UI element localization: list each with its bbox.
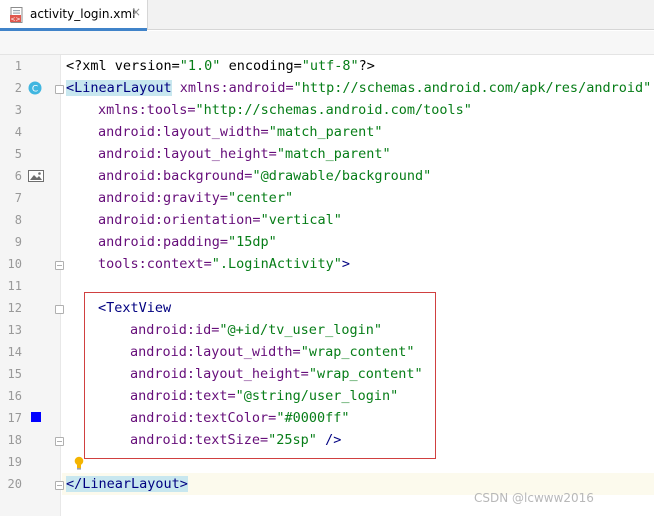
editor-tab-bar: <> activity_login.xml × (0, 0, 654, 31)
line-number: 3 (14, 103, 22, 117)
code-line-9: android:padding="15dp" (98, 231, 277, 253)
attr-value: "match_parent" (276, 146, 391, 162)
watermark: CSDN @lcwww2016 (474, 491, 594, 505)
line-number-gutter: 1 2 3 4 5 6 7 8 9 10 11 12 13 14 15 16 1… (0, 55, 64, 516)
punctuation: ?> (358, 58, 375, 74)
attr-value: "center" (228, 190, 294, 206)
attr-value: "utf-8" (301, 58, 359, 74)
attr-name: android:orientation= (98, 212, 261, 228)
svg-text:C: C (32, 85, 38, 95)
line-number: 16 (7, 389, 22, 403)
attr-name: encoding= (220, 58, 302, 74)
line-number: 14 (7, 345, 22, 359)
line-number: 5 (14, 147, 22, 161)
code-line-8: android:orientation="vertical" (98, 209, 342, 231)
line-number: 15 (7, 367, 22, 381)
attr-value: "http://schemas.android.com/apk/res/andr… (293, 80, 652, 96)
line-number: 19 (7, 455, 22, 469)
line-number: 18 (7, 433, 22, 447)
close-icon[interactable]: × (131, 5, 141, 19)
attr-value: ".LoginActivity" (211, 256, 342, 272)
attr-name: android:background= (98, 168, 253, 184)
highlight-box (84, 292, 436, 459)
attr-value: "1.0" (179, 58, 221, 74)
line-number: 11 (7, 279, 22, 293)
attr-name: android:padding= (98, 234, 229, 250)
code-line-6: android:background="@drawable/background… (98, 165, 431, 187)
color-swatch-icon[interactable] (31, 412, 41, 422)
attr-name: tools:context= (98, 256, 212, 272)
line-number: 7 (14, 191, 22, 205)
tab-activity-login-xml[interactable]: <> activity_login.xml × (0, 0, 148, 31)
xml-file-icon: <> (10, 7, 23, 23)
code-line-20: </LinearLayout> (66, 473, 188, 495)
attr-value: "vertical" (260, 212, 342, 228)
line-number: 17 (7, 411, 22, 425)
code-line-1: <?xml version="1.0" encoding="utf-8"?> (66, 55, 375, 77)
code-line-5: android:layout_height="match_parent" (98, 143, 391, 165)
lightbulb-icon[interactable] (74, 456, 84, 470)
code-line-4: android:layout_width="match_parent" (98, 121, 382, 143)
code-line-2: <LinearLayout xmlns:android="http://sche… (66, 77, 651, 99)
xml-declaration: <?xml version= (66, 58, 180, 74)
breadcrumb-strip (0, 31, 654, 55)
tag-close: </LinearLayout> (66, 476, 188, 492)
line-number: 10 (7, 257, 22, 271)
line-number: 6 (14, 169, 22, 183)
line-number: 20 (7, 477, 22, 491)
code-line-7: android:gravity="center" (98, 187, 293, 209)
punctuation: > (341, 256, 350, 272)
line-number: 1 (14, 59, 22, 73)
line-number: 8 (14, 213, 22, 227)
tag-open: <LinearLayout (66, 80, 172, 96)
attr-value: "http://schemas.android.com/tools" (195, 102, 472, 118)
code-line-3: xmlns:tools="http://schemas.android.com/… (98, 99, 472, 121)
image-preview-icon[interactable] (28, 170, 44, 182)
line-number: 13 (7, 323, 22, 337)
line-number: 12 (7, 301, 22, 315)
line-number: 9 (14, 235, 22, 249)
line-number: 4 (14, 125, 22, 139)
svg-text:<>: <> (10, 16, 20, 23)
attr-name: android:layout_width= (98, 124, 269, 140)
attr-value: "match_parent" (268, 124, 383, 140)
attr-value: "@drawable/background" (252, 168, 432, 184)
attr-name: android:gravity= (98, 190, 229, 206)
class-reference-icon[interactable]: C (28, 81, 42, 95)
tab-title: activity_login.xml (30, 7, 136, 21)
line-number: 2 (14, 81, 22, 95)
attr-name: xmlns:tools= (98, 102, 196, 118)
attr-value: "15dp" (228, 234, 277, 250)
attr-name: xmlns:android= (171, 80, 294, 96)
attr-name: android:layout_height= (98, 146, 277, 162)
code-line-10: tools:context=".LoginActivity"> (98, 253, 350, 275)
